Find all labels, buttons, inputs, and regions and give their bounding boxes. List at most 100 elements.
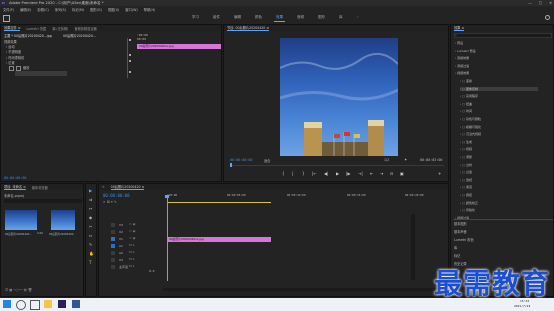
tab-project[interactable]: 项目: 未命名 ≡ <box>4 184 26 190</box>
menu-sequence[interactable]: 序列(S) <box>55 7 66 12</box>
pen-tool-icon[interactable]: ✎ <box>89 242 92 247</box>
track-target-toggle[interactable] <box>111 244 115 248</box>
effects-tree-item[interactable]: › ▢ 生成 <box>460 140 472 144</box>
effects-tree-item[interactable]: › ▢ 调整 <box>460 155 472 159</box>
work-area-bar[interactable] <box>167 202 271 203</box>
effects-tree-item[interactable]: › 音频过渡 <box>455 64 469 68</box>
effects-tree-item[interactable]: › 预设 <box>455 41 463 45</box>
task-view-icon[interactable] <box>30 300 40 310</box>
selection-tool-icon[interactable]: ▶ <box>89 188 92 193</box>
tab-lumetri-scopes[interactable]: Lumetri 范围 <box>26 26 46 31</box>
effects-tree-item[interactable]: › ▢ 过渡 <box>460 170 472 174</box>
tab-program[interactable]: 节目: 00后照片20200420 ≡ <box>227 25 269 31</box>
quality-dropdown[interactable]: 1/2 <box>384 158 389 162</box>
go-to-in-button[interactable]: |← <box>312 171 317 176</box>
reset-icon[interactable] <box>129 54 131 56</box>
extract-button[interactable]: ⇥ <box>380 171 383 176</box>
file-explorer-icon[interactable] <box>44 300 52 308</box>
type-tool-icon[interactable]: T <box>89 260 91 265</box>
slip-tool-icon[interactable]: ⇔ <box>89 233 92 238</box>
track-mute-solo-icon[interactable]: M S <box>129 264 134 268</box>
add-marker-button[interactable]: | <box>292 171 293 176</box>
effects-tree-item[interactable]: › ▢ 扭曲 <box>460 102 472 106</box>
track-mute-solo-icon[interactable]: M S <box>129 243 134 247</box>
track-visibility-icon[interactable]: ▭ ◉ <box>129 222 135 226</box>
menu-help[interactable]: 帮助(H) <box>144 7 156 12</box>
effects-tree-item[interactable]: › ▢ 透视 <box>460 178 472 182</box>
section-essential-graphics[interactable]: 基本图形 <box>454 221 467 226</box>
comparison-view-button[interactable]: ▣ <box>400 171 404 176</box>
lift-button[interactable]: ⇤ <box>370 171 373 176</box>
delete-icon[interactable]: 🗑 <box>28 288 32 292</box>
effects-tree-item[interactable]: › ▢ 杂色与颗粒 <box>460 117 481 121</box>
section-markers[interactable]: 标记 <box>454 253 460 258</box>
wrench-icon[interactable]: ✦ <box>404 157 407 162</box>
search-icon[interactable] <box>545 15 550 20</box>
tab-sequence[interactable]: 00后照片20200420 ≡ <box>110 184 145 190</box>
selected-effect-row[interactable] <box>15 71 67 76</box>
premiere-taskbar-icon[interactable] <box>58 300 66 308</box>
effects-search-input[interactable] <box>454 33 552 38</box>
track-target-toggle[interactable] <box>111 237 115 241</box>
menu-edit[interactable]: 编辑(E) <box>20 7 31 12</box>
menu-window[interactable]: 窗口(W) <box>125 7 137 12</box>
go-to-out-button[interactable]: →| <box>358 171 363 176</box>
effect-opacity[interactable]: › 不透明度 <box>6 49 21 54</box>
menu-file[interactable]: 文件(F) <box>3 7 14 12</box>
settings-icon[interactable]: ✎ <box>114 200 117 204</box>
effects-tree-item[interactable]: › ▢ 键控 <box>460 193 472 197</box>
close-icon[interactable]: ✕ <box>102 185 105 189</box>
timeline-clip-v1[interactable]: 00后照片20200420xx.jpg <box>167 237 271 242</box>
workspace-audio[interactable]: 音频 <box>295 14 306 22</box>
effects-tree-item[interactable]: › ▢ 沉浸式视频 <box>460 132 481 136</box>
word-taskbar-icon[interactable] <box>72 300 80 308</box>
effect-scale[interactable]: 缩放 <box>9 65 29 71</box>
horizontal-scrollbar[interactable] <box>163 288 445 291</box>
hand-tool-icon[interactable]: ✋ <box>89 251 94 256</box>
tab-effect-controls[interactable]: 效果控件 ≡ <box>4 25 21 31</box>
effects-tree-item[interactable]: › 音频效果 <box>455 56 469 60</box>
windows-start-icon[interactable] <box>3 300 11 308</box>
workspace-learn[interactable]: 学习 <box>190 14 201 22</box>
razor-tool-icon[interactable]: ✂ <box>89 224 92 229</box>
reset-icon[interactable] <box>129 60 131 62</box>
menu-marker[interactable]: 标记(M) <box>72 7 84 12</box>
master-value[interactable]: 0.0 <box>149 269 154 273</box>
section-libraries[interactable]: 库 <box>454 245 457 250</box>
ec-timecode[interactable]: 00:00:00:00 <box>4 176 26 180</box>
track-header[interactable]: V2 ▭ ◉ <box>99 229 163 235</box>
tab-audio-clip-mixer[interactable]: 音频剪辑混合器 <box>74 26 96 31</box>
track-mute-solo-icon[interactable]: M S <box>129 257 134 261</box>
track-select-tool-icon[interactable]: ⇉ <box>89 197 92 202</box>
step-forward-button[interactable]: |▶ <box>346 171 350 176</box>
effects-tree-item[interactable]: › ▢ 图像控制 <box>460 86 538 91</box>
program-timecode-left[interactable]: 00:00:00:00 <box>230 158 252 162</box>
reset-icon[interactable] <box>129 39 131 41</box>
track-visibility-icon[interactable]: ▭ ◉ <box>129 229 135 233</box>
list-view-icon[interactable]: ☰ <box>5 288 8 292</box>
section-lumetri-color[interactable]: Lumetri 颜色 <box>454 237 474 242</box>
track-target-toggle[interactable] <box>111 230 115 234</box>
workspace-editing[interactable]: 编辑 <box>232 14 243 22</box>
new-item-icon[interactable]: ▤ <box>24 288 27 292</box>
project-thumbnail[interactable] <box>51 210 75 230</box>
ec-clip-bar[interactable]: 00后照片20200420xx.jpg <box>137 44 221 49</box>
project-thumbnail[interactable] <box>5 210 37 230</box>
tab-media-browser[interactable]: 媒体浏览器 <box>32 185 48 190</box>
menu-view[interactable]: 视图(V) <box>108 7 119 12</box>
fit-dropdown[interactable]: 适合 <box>264 158 270 163</box>
home-icon[interactable] <box>3 15 10 22</box>
timeline-timecode[interactable]: 00:00:00:00 <box>103 193 130 198</box>
menu-clip[interactable]: 剪辑(C) <box>37 7 48 12</box>
track-header[interactable]: A3 M S <box>99 257 163 263</box>
menu-graphics[interactable]: 图形(G) <box>90 7 102 12</box>
workspace-libraries[interactable]: 库 <box>337 14 345 22</box>
section-essential-sound[interactable]: 基本声音 <box>454 229 467 234</box>
search-icon[interactable] <box>16 300 26 310</box>
workspace-assembly[interactable]: 组件 <box>211 14 222 22</box>
effects-tree-item[interactable]: › ▢ 通道 <box>460 185 472 189</box>
track-header[interactable]: A1 M S <box>99 243 163 249</box>
snap-icon[interactable]: ∩ <box>103 200 105 204</box>
add-button[interactable]: + <box>438 171 441 176</box>
track-visibility-icon[interactable]: ▭ ◉ <box>129 236 135 240</box>
